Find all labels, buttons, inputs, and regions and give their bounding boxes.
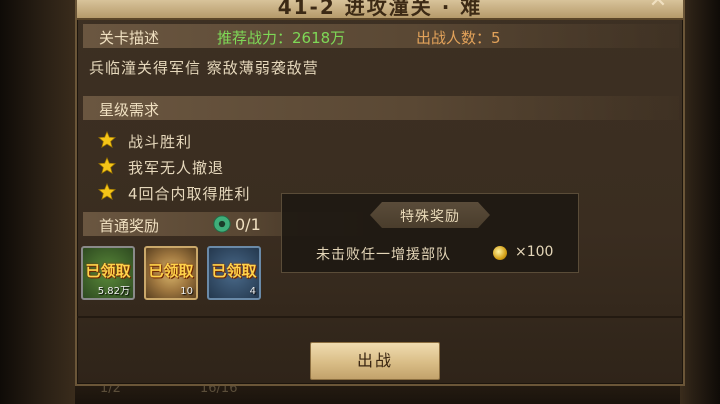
jade-token-icon <box>213 215 231 233</box>
star-req-label: 星级需求 <box>99 101 160 119</box>
reward-count: 4 <box>249 286 256 297</box>
first-clear-label: 首通奖励 <box>99 217 160 235</box>
claimed-label: 已领取 <box>85 262 131 280</box>
stage-desc-bar: 关卡描述 推荐战力：2618万 出战人数：5 <box>83 24 679 48</box>
first-clear-progress: 0/1 <box>235 215 261 234</box>
close-icon[interactable]: ✕ <box>645 0 671 14</box>
title-bar: 41-2 进攻潼关 · 难 ✕ <box>77 0 683 20</box>
coin-icon <box>493 246 507 260</box>
popup-amount: ×100 <box>515 244 554 260</box>
popup-text: 未击败任一增援部队 <box>316 247 451 263</box>
reward-item[interactable]: 已领取 5.82万 <box>81 246 135 300</box>
troop-count: 出战人数：5 <box>416 29 501 47</box>
star-icon <box>98 157 116 174</box>
star-req-item: 我军无人撤退 <box>128 159 225 177</box>
claimed-label: 已领取 <box>211 262 257 280</box>
divider <box>77 316 683 318</box>
fight-button[interactable]: 出战 <box>310 342 440 380</box>
background-right <box>680 0 720 404</box>
reward-item[interactable]: 已领取 10 <box>144 246 198 300</box>
reward-count: 10 <box>180 286 193 297</box>
star-req-item: 4回合内取得胜利 <box>128 185 251 203</box>
star-icon <box>98 183 116 200</box>
claimed-label: 已领取 <box>148 262 194 280</box>
recommended-power: 推荐战力：2618万 <box>217 29 346 47</box>
stage-desc-label: 关卡描述 <box>99 29 160 47</box>
special-reward-popup: 特殊奖励 未击败任一增援部队 ×100 <box>281 193 579 273</box>
dialog-title: 41-2 进攻潼关 · 难 <box>277 0 483 19</box>
reward-count: 5.82万 <box>97 286 130 297</box>
background-left <box>0 0 75 404</box>
star-icon <box>98 131 116 148</box>
stage-description: 兵临潼关得军信 察敌薄弱袭敌营 <box>89 59 319 77</box>
star-req-item: 战斗胜利 <box>128 133 193 151</box>
star-req-bar: 星级需求 <box>83 96 679 120</box>
reward-item[interactable]: 已领取 4 <box>207 246 261 300</box>
popup-title: 特殊奖励 <box>400 209 460 225</box>
